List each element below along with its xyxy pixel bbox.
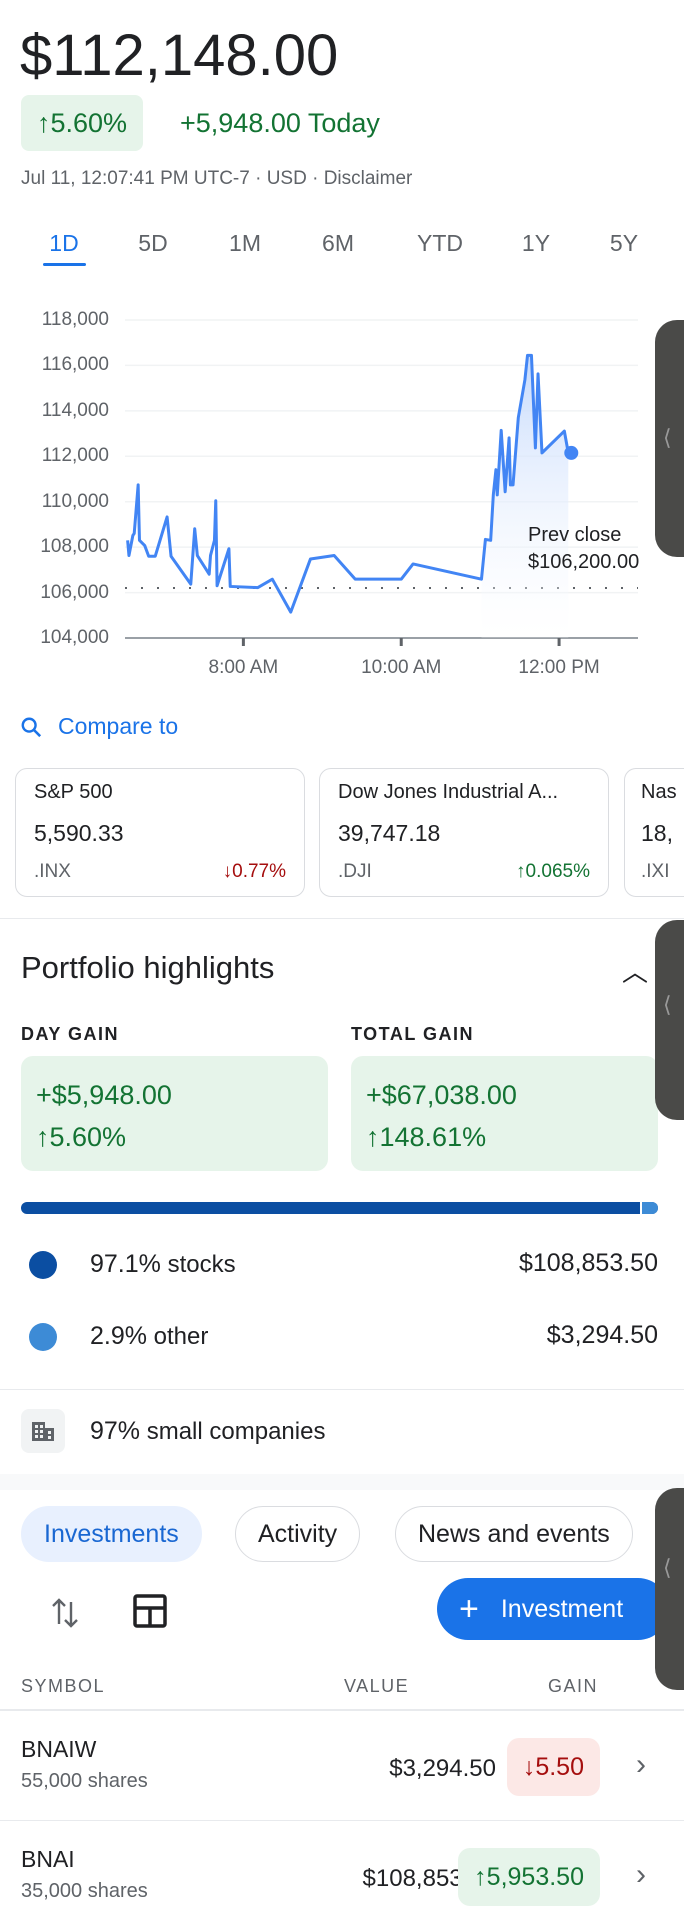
y-tick-label: 108,000 — [40, 536, 109, 558]
range-tab-5d[interactable]: 5D — [138, 230, 167, 257]
plus-icon: + — [459, 1589, 479, 1628]
divider — [0, 1820, 684, 1821]
change-today: +5,948.00 Today — [180, 108, 380, 138]
index-change: ↑0.065% — [516, 861, 590, 882]
range-tabs: 1D 5D 1M 6M YTD 1Y 5Y — [0, 230, 684, 270]
prev-close-value: $106,200.00 — [528, 551, 640, 573]
row-shares: 35,000 shares — [21, 1880, 148, 1902]
index-ticker: .INX — [34, 861, 71, 882]
total-gain-pct: ↑148.61% — [366, 1122, 487, 1152]
arrow-up-icon: ↑ — [37, 108, 51, 138]
prev-close-title: Prev close — [528, 524, 622, 546]
day-gain-value: +$5,948.00 — [36, 1080, 172, 1110]
change-percent-badge: ↑5.60% — [21, 95, 144, 151]
total-gain-box: +$67,038.00 ↑148.61% — [351, 1056, 658, 1171]
x-tick-label: 8:00 AM — [208, 657, 279, 678]
day-gain-box: +$5,948.00 ↑5.60% — [21, 1056, 328, 1171]
range-tab-1y[interactable]: 1Y — [522, 230, 550, 257]
active-tab-indicator — [43, 263, 86, 266]
current-point-marker — [564, 445, 579, 460]
allocation-value: $3,294.50 — [546, 1321, 658, 1349]
chevron-right-icon[interactable]: › — [636, 1748, 646, 1782]
chevron-right-icon[interactable]: › — [636, 1858, 646, 1892]
allocation-dot — [29, 1251, 57, 1279]
row-symbol: BNAIW — [21, 1736, 97, 1762]
building-icon — [21, 1409, 65, 1453]
allocation-label: 2.9% other — [90, 1322, 209, 1350]
timestamp-disclaimer[interactable]: Jul 11, 12:07:41 PM UTC-7 · USD · Discla… — [21, 168, 412, 190]
compare-card[interactable]: Dow Jones Industrial A... 39,747.18 .DJI ↑0… — [319, 768, 609, 897]
allocation-bar — [21, 1202, 658, 1214]
index-name: Nas — [641, 781, 677, 803]
y-tick-label: 118,000 — [41, 309, 109, 330]
allocation-label: 97.1% stocks — [90, 1250, 236, 1278]
x-tick-label: 12:00 PM — [518, 657, 600, 678]
y-tick-label: 106,000 — [40, 581, 109, 603]
index-value: 18, — [641, 820, 673, 846]
divider — [0, 1389, 684, 1390]
portfolio-highlights-title: Portfolio highlights — [21, 950, 275, 985]
index-name: S&P 500 — [34, 781, 113, 803]
header-symbol[interactable]: SYMBOL — [21, 1676, 105, 1697]
index-ticker: .DJI — [338, 861, 372, 882]
day-gain-pct: ↑5.60% — [36, 1122, 127, 1152]
add-investment-button[interactable]: + Investment — [437, 1578, 669, 1640]
allocation-bar-other — [639, 1202, 658, 1214]
y-tick-label: 112,000 — [41, 445, 109, 467]
index-name: Dow Jones Industrial A... — [338, 781, 559, 803]
portfolio-value: $112,148.00 — [20, 23, 339, 88]
edge-panel-handle[interactable]: ⟨ — [655, 920, 684, 1120]
range-tab-6m[interactable]: 6M — [322, 230, 354, 257]
row-value: $3,294.50 — [389, 1755, 496, 1782]
tab-news-and-events[interactable]: News and events — [395, 1506, 633, 1562]
edge-panel-handle[interactable]: ⟨ — [655, 320, 684, 557]
divider — [0, 1709, 684, 1711]
x-tick-label: 10:00 AM — [361, 657, 442, 678]
index-ticker: .IXI — [641, 861, 670, 882]
prev-close-label: Prev close $106,200.00 — [528, 522, 639, 576]
row-shares: 55,000 shares — [21, 1770, 148, 1792]
header-value[interactable]: VALUE — [344, 1676, 409, 1697]
compare-card[interactable]: S&P 500 5,590.33 .INX ↓0.77% — [15, 768, 305, 897]
sort-icon[interactable] — [50, 1594, 80, 1632]
header-gain[interactable]: GAIN — [548, 1676, 598, 1697]
index-change: ↓0.77% — [222, 861, 286, 882]
index-value: 39,747.18 — [338, 820, 441, 846]
y-tick-label: 104,000 — [40, 627, 109, 648]
row-gain: ↓5.50 — [506, 1738, 600, 1796]
tab-investments[interactable]: Investments — [21, 1506, 202, 1562]
y-tick-label: 110,000 — [41, 490, 109, 512]
row-gain: ↑5,953.50 — [458, 1848, 600, 1906]
total-gain-label: TOTAL GAIN — [351, 1024, 474, 1044]
range-tab-1m[interactable]: 1M — [229, 230, 261, 257]
row-symbol: BNAI — [21, 1846, 75, 1872]
allocation-value: $108,853.50 — [518, 1249, 658, 1277]
y-tick-label: 114,000 — [41, 399, 109, 421]
total-gain-value: +$67,038.00 — [366, 1080, 517, 1110]
edge-panel-handle[interactable]: ⟨ — [655, 1488, 684, 1690]
range-tab-ytd[interactable]: YTD — [417, 230, 463, 257]
allocation-dot — [29, 1323, 57, 1351]
compare-card[interactable]: Nas 18, .IXI — [624, 768, 684, 897]
compare-to-button[interactable]: Compare to — [20, 713, 178, 740]
index-value: 5,590.33 — [34, 820, 124, 846]
tab-activity[interactable]: Activity — [235, 1506, 361, 1562]
section-gap — [0, 1474, 684, 1490]
day-gain-label: DAY GAIN — [21, 1024, 120, 1044]
divider — [0, 918, 684, 919]
search-icon — [21, 717, 42, 737]
layout-icon[interactable] — [133, 1594, 167, 1628]
company-size: 97% small companies — [90, 1417, 326, 1445]
range-tab-5y[interactable]: 5Y — [610, 230, 638, 257]
range-tab-1d[interactable]: 1D — [49, 230, 78, 257]
chevron-up-icon[interactable]: ︿ — [622, 952, 648, 989]
y-tick-label: 116,000 — [41, 354, 109, 376]
